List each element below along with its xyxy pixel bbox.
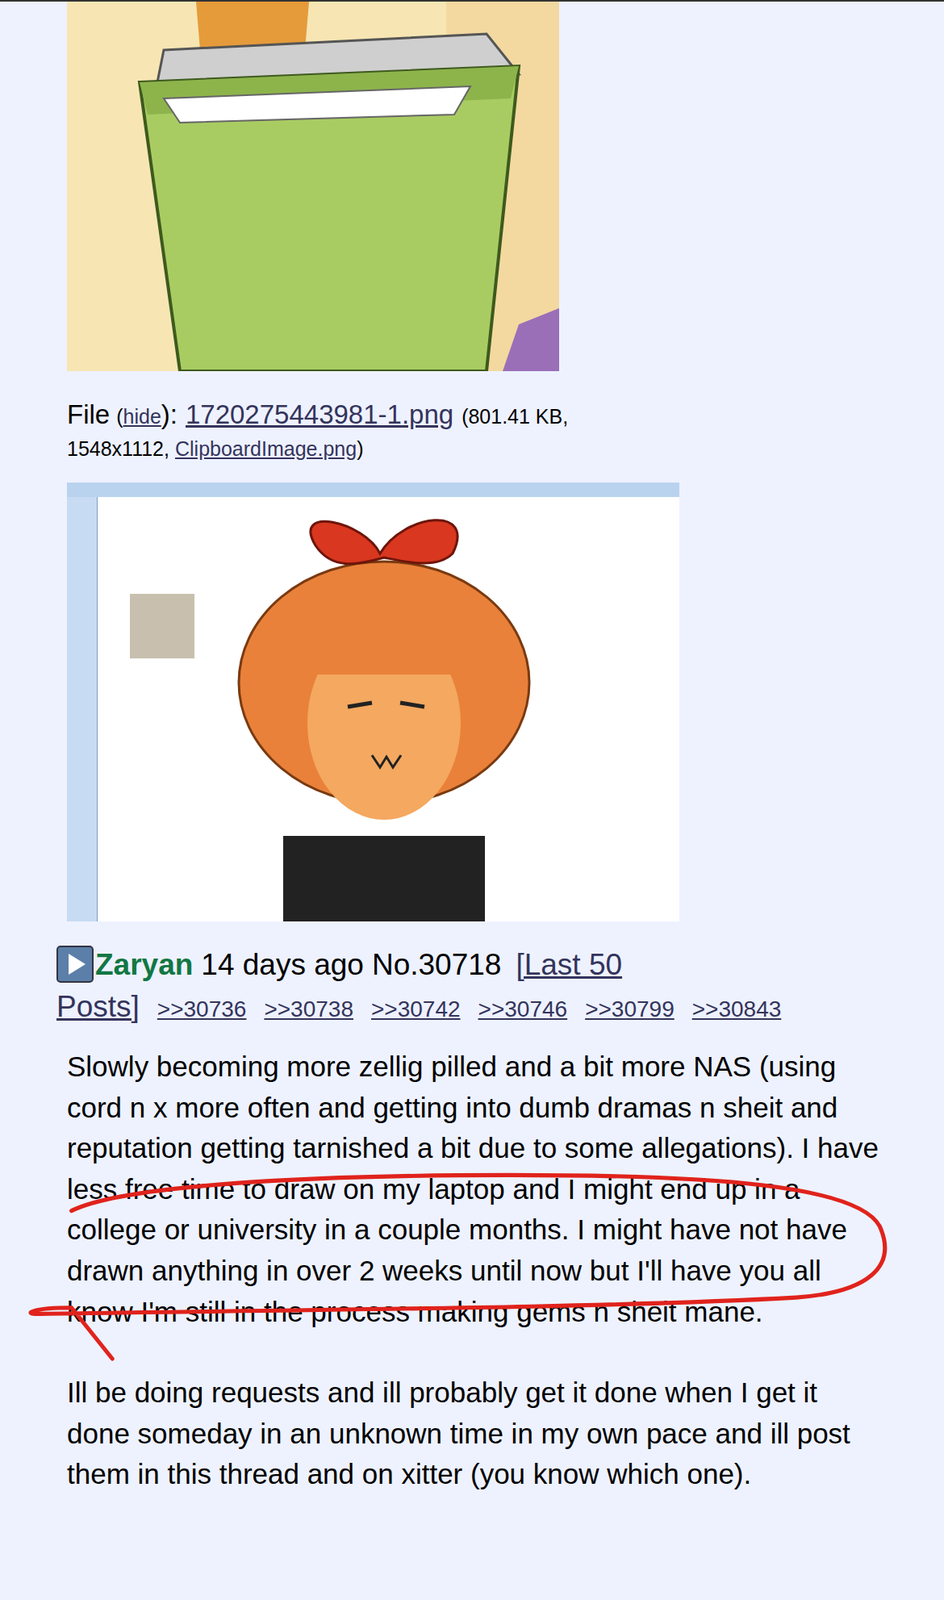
reply-link[interactable]: >>30799 [584,996,675,1022]
reply-link[interactable]: >>30843 [692,996,782,1022]
reply-link[interactable]: >>30736 [157,996,247,1022]
reply-link[interactable]: >>30738 [263,996,354,1022]
post-paragraph: Slowly becoming more zellig pilled and a… [66,1046,882,1333]
recycle-bin-image[interactable] [66,1,560,372]
character-drawing-icon [97,497,680,922]
expand-icon[interactable] [56,945,94,983]
post-time: 14 days ago [200,948,364,982]
paint-screenshot-image[interactable] [66,482,680,922]
reply-link[interactable]: >>30742 [371,996,461,1022]
original-name-link[interactable]: ClipboardImage.png [175,437,357,460]
post-paragraph: Ill be doing requests and ill probably g… [66,1372,882,1496]
recycle-bin-drawing-icon [66,1,560,372]
paint-menu-bar [66,482,680,498]
file-name-link[interactable]: 1720275443981-1.png [185,399,454,430]
file-info: File(hide):1720275443981-1.png(801.41 KB… [66,398,697,465]
post-header: Zaryan14 days agoNo.30718[Last 50 Posts]… [56,944,872,1031]
reply-link[interactable]: >>30746 [478,996,569,1022]
post-number[interactable]: No.30718 [371,948,502,982]
red-circle-annotation-icon [0,1,944,1600]
post-body: Slowly becoming more zellig pilled and a… [66,1046,882,1496]
file-label: File [66,399,110,430]
hide-link[interactable]: hide [123,405,162,428]
author-name: Zaryan [95,948,193,982]
paint-toolbox [66,497,98,922]
thread-page: File(hide):1720275443981-1.png(801.41 KB… [0,0,944,1600]
